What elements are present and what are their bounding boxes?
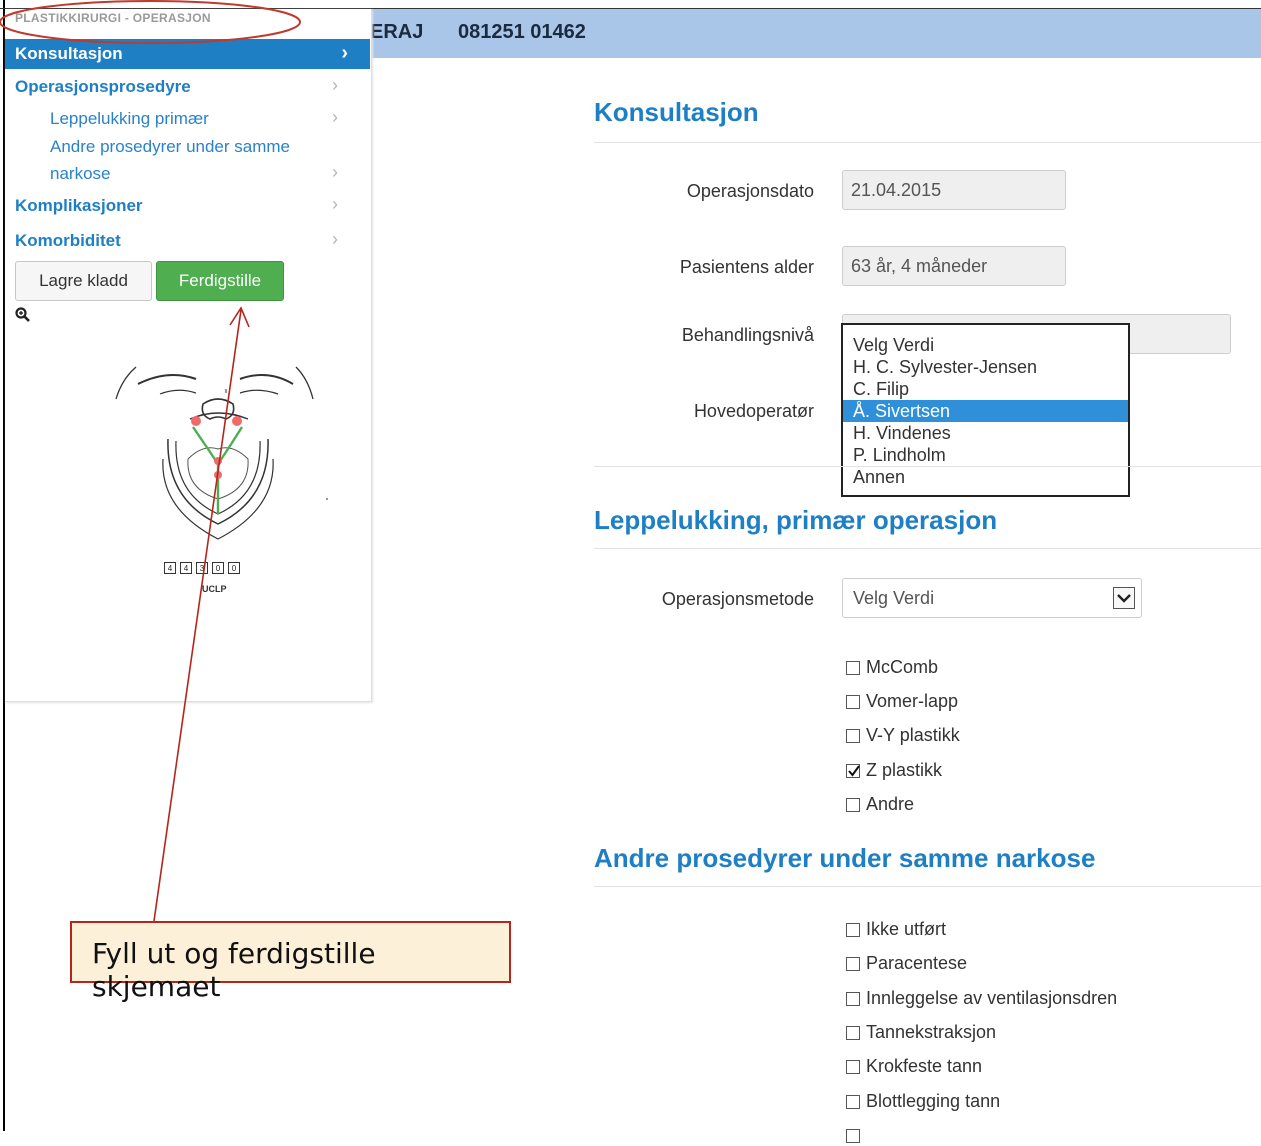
checkbox-box[interactable] [846,992,860,1006]
listbox-option[interactable]: Velg Verdi [843,334,1128,356]
section-title-leppelukking: Leppelukking, primær operasjon [594,505,998,535]
checkbox-box[interactable] [846,1060,860,1074]
magnifier-icon[interactable] [15,307,31,327]
checkbox-label: Tannekstraksjon [866,1022,997,1042]
save-draft-button[interactable]: Lagre kladd [15,261,152,301]
checkbox-box[interactable] [846,729,860,743]
section-divider [594,886,1261,887]
diagram-code: 4 [180,562,192,574]
checkbox-box[interactable] [846,695,860,709]
diagram-code: 0 [212,562,224,574]
checkbox-mccomb[interactable]: McComb [846,656,938,678]
select-value: Velg Verdi [853,588,935,608]
listbox-option[interactable]: H. C. Sylvester-Jensen [843,356,1128,378]
sidebar-item-komorbiditet[interactable]: Komorbiditet [15,231,121,251]
checkbox-cut-off[interactable] [846,1124,866,1146]
checkbox-box[interactable] [846,661,860,675]
sidebar-title: PLASTIKKIRURGI - OPERASJON [15,11,211,25]
listbox-option[interactable]: Annen [843,466,1128,488]
listbox-option[interactable]: C. Filip [843,378,1128,400]
finish-button[interactable]: Ferdigstille [156,261,284,301]
checkbox-vomer-lapp[interactable]: Vomer-lapp [846,690,958,712]
diagram-code: 3 [196,562,208,574]
checkbox-label: McComb [866,657,939,677]
chevron-right-icon: › [332,162,338,182]
checkbox-label: Blottlegging tann [866,1091,1001,1111]
chevron-right-icon: › [332,75,338,95]
checkbox-ventilasjonsdren[interactable]: Innleggelse av ventilasjonsdren [846,987,1117,1009]
checkbox-v-y-plastikk[interactable]: V-Y plastikk [846,724,960,746]
sidebar-item-operasjonsprosedyre[interactable]: Operasjonsprosedyre [15,77,191,97]
checkbox-label: Innleggelse av ventilasjonsdren [866,988,1118,1008]
listbox-option-selected[interactable]: Å. Sivertsen [843,400,1128,422]
checkbox-box[interactable] [846,923,860,937]
sidebar-item-leppelukking[interactable]: Leppelukking primær [50,109,209,129]
hovedoperator-listbox[interactable]: Velg Verdi H. C. Sylvester-Jensen C. Fil… [841,323,1130,497]
listbox-option[interactable]: H. Vindenes [843,422,1128,444]
checkbox-label: Krokfeste tann [866,1056,983,1076]
checkbox-tannekstraksjon[interactable]: Tannekstraksjon [846,1021,996,1043]
sidebar-item-andre-prosedyrer[interactable]: Andre prosedyrer under samme [50,137,290,157]
checkbox-paracentese[interactable]: Paracentese [846,952,967,974]
chevron-right-icon: › [341,42,348,64]
behandlingsniva-label: Behandlingsnivå [681,325,814,345]
checkbox-krokfeste-tann[interactable]: Krokfeste tann [846,1055,982,1077]
listbox-option[interactable]: P. Lindholm [843,444,1128,466]
hovedoperator-label: Hovedoperatør [693,401,814,421]
checkbox-label: Andre [866,794,915,814]
checkmark-icon [848,765,860,777]
annotation-callout: Fyll ut og ferdigstille skjemaet [70,921,511,1003]
alder-label: Pasientens alder [679,257,814,277]
section-divider [594,466,1261,467]
patient-header: ERAJ 081251 01462 [370,9,1261,58]
checkbox-label: Vomer-lapp [866,691,959,711]
operasjonsdato-field[interactable]: 21.04.2015 [842,170,1066,210]
checkbox-box[interactable] [846,1095,860,1109]
checkbox-label: Ikke utført [866,919,947,939]
section-title-konsultasjon: Konsultasjon [594,97,759,127]
operasjonsmetode-select[interactable]: Velg Verdi [842,578,1142,618]
sidebar-item-komplikasjoner[interactable]: Komplikasjoner [15,196,143,216]
checkbox-label: V-Y plastikk [866,725,960,745]
checkbox-box[interactable] [846,1129,860,1143]
sidebar-item-andre-prosedyrer-cont[interactable]: narkose [50,164,110,184]
operasjonsdato-label: Operasjonsdato [686,181,814,201]
section-divider [594,142,1261,143]
sidebar-item-label: Konsultasjon [15,44,123,63]
checkbox-blottlegging-tann[interactable]: Blottlegging tann [846,1090,1000,1112]
chevron-right-icon: › [332,194,338,214]
diagram-label: UCLP [202,584,227,594]
checkbox-box[interactable] [846,1026,860,1040]
checkbox-z-plastikk[interactable]: Z plastikk [846,759,942,781]
cleft-diagram [115,366,328,540]
checkbox-box-checked[interactable] [846,764,860,778]
sidebar: PLASTIKKIRURGI - OPERASJON Konsultasjon … [5,9,372,702]
checkbox-box[interactable] [846,957,860,971]
chevron-right-icon: › [332,107,338,127]
diagram-code: 0 [228,562,240,574]
checkbox-label: Z plastikk [866,760,943,780]
checkbox-andre[interactable]: Andre [846,793,914,815]
chevron-right-icon: › [332,229,338,249]
checkbox-ikke-utfort[interactable]: Ikke utført [846,918,946,940]
sidebar-item-konsultasjon[interactable]: Konsultasjon › [5,39,370,69]
chevron-down-icon[interactable] [1113,587,1135,609]
section-divider [594,548,1261,549]
checkbox-box[interactable] [846,798,860,812]
diagram-code: 4 [164,562,176,574]
alder-field[interactable]: 63 år, 4 måneder [842,246,1066,286]
checkbox-label: Paracentese [866,953,968,973]
patient-id: 081251 01462 [458,21,586,43]
patient-name: ERAJ [370,21,424,43]
section-title-andre-prosedyrer: Andre prosedyrer under samme narkose [594,843,1096,873]
operasjonsmetode-label: Operasjonsmetode [661,589,814,609]
